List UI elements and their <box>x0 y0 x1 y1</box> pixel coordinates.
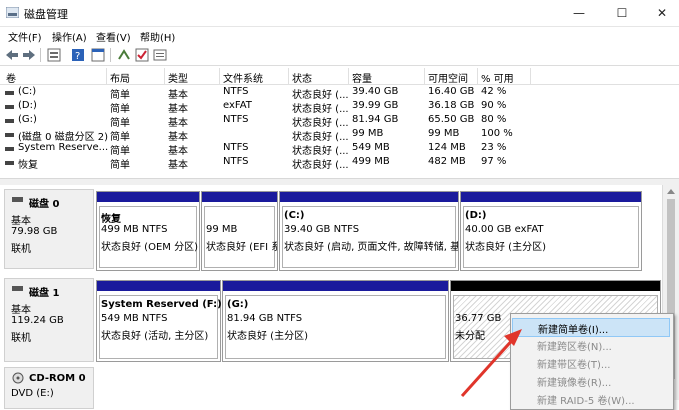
toolbar-separator <box>40 48 41 62</box>
col-type[interactable]: 类型 <box>168 70 188 85</box>
table-row[interactable]: (D:) 简单 基本 exFAT 状态良好 (... 39.99 GB 36.1… <box>0 100 679 115</box>
disk-1-label[interactable]: 磁盘 1 基本 119.24 GB 联机 <box>4 278 94 362</box>
help-icon[interactable]: ? <box>70 47 86 63</box>
table-row[interactable]: 恢复 简单 基本 NTFS 状态良好 (... 499 MB 482 MB 97… <box>0 156 679 171</box>
partition-c[interactable]: (C:) 39.40 GB NTFS 状态良好 (启动, 页面文件, 故障转储,… <box>279 191 459 271</box>
menu-file[interactable]: 文件(F) <box>8 29 42 44</box>
partition-g[interactable]: (G:) 81.94 GB NTFS 状态良好 (主分区) <box>222 280 449 362</box>
context-menu: 新建简单卷(I)... 新建跨区卷(N)... 新建带区卷(T)... 新建镜像… <box>510 313 674 410</box>
menu-help[interactable]: 帮助(H) <box>140 29 175 44</box>
col-volume[interactable]: 卷 <box>6 70 16 85</box>
table-row[interactable]: (G:) 简单 基本 NTFS 状态良好 (... 81.94 GB 65.50… <box>0 114 679 129</box>
volume-table-header: 卷 布局 类型 文件系统 状态 容量 可用空间 % 可用 <box>0 68 679 85</box>
back-icon[interactable] <box>4 47 20 63</box>
col-filesystem[interactable]: 文件系统 <box>223 70 263 85</box>
title-bar: 磁盘管理 — ☐ ✕ <box>0 0 679 27</box>
disk-management-icon <box>6 7 19 18</box>
svg-text:?: ? <box>75 51 80 62</box>
list-icon[interactable] <box>152 47 168 63</box>
menu-view[interactable]: 查看(V) <box>96 29 131 44</box>
menu-action[interactable]: 操作(A) <box>52 29 87 44</box>
partition-recovery[interactable]: 恢复 499 MB NTFS 状态良好 (OEM 分区) <box>96 191 200 271</box>
menu-item-new-simple-volume[interactable]: 新建简单卷(I)... <box>512 318 670 337</box>
scroll-up-icon[interactable] <box>667 189 675 194</box>
col-layout[interactable]: 布局 <box>110 70 130 85</box>
disk-icon <box>12 286 23 291</box>
forward-icon[interactable] <box>21 47 37 63</box>
menu-item-new-raid5-volume[interactable]: 新建 RAID-5 卷(W)... <box>512 390 670 407</box>
partition-d[interactable]: (D:) 40.00 GB exFAT 状态良好 (主分区) <box>460 191 642 271</box>
col-capacity[interactable]: 容量 <box>352 70 372 85</box>
partition-efi[interactable]: 99 MB 状态良好 (EFI 系 <box>201 191 278 271</box>
close-button[interactable]: ✕ <box>642 0 679 26</box>
menu-item-new-spanned-volume[interactable]: 新建跨区卷(N)... <box>512 336 670 353</box>
toolbar: ? <box>0 45 679 66</box>
window-title: 磁盘管理 <box>24 8 68 21</box>
menu-item-new-mirrored-volume[interactable]: 新建镜像卷(R)... <box>512 372 670 389</box>
toolbar-separator <box>110 48 111 62</box>
volume-icon <box>5 147 14 151</box>
partition-system-reserved[interactable]: System Reserved (F:) 549 MB NTFS 状态良好 (活… <box>96 280 222 362</box>
col-free-space[interactable]: 可用空间 <box>428 70 468 85</box>
disk-0-label[interactable]: 磁盘 0 基本 79.98 GB 联机 <box>4 189 94 269</box>
volume-icon <box>5 91 14 95</box>
console-icon[interactable] <box>90 47 106 63</box>
cdrom-0-label[interactable]: CD-ROM 0 DVD (E:) <box>4 367 94 409</box>
check-icon[interactable] <box>134 47 150 63</box>
volume-icon <box>5 119 14 123</box>
disk-icon <box>12 197 23 202</box>
table-row[interactable]: (磁盘 0 磁盘分区 2) 简单 基本 状态良好 (... 99 MB 99 M… <box>0 128 679 143</box>
table-row[interactable]: (C:) 简单 基本 NTFS 状态良好 (... 39.40 GB 16.40… <box>0 86 679 101</box>
col-status[interactable]: 状态 <box>292 70 312 85</box>
menu-bar: 文件(F) 操作(A) 查看(V) 帮助(H) <box>0 27 679 45</box>
connect-icon[interactable] <box>116 47 132 63</box>
maximize-button[interactable]: ☐ <box>602 0 642 26</box>
volume-icon <box>5 161 14 165</box>
properties-icon[interactable] <box>46 47 62 63</box>
cd-drive-icon <box>12 372 24 384</box>
volume-icon <box>5 133 14 137</box>
volume-icon <box>5 105 14 109</box>
minimize-button[interactable]: — <box>559 0 599 26</box>
col-percent-free[interactable]: % 可用 <box>481 70 514 85</box>
table-row[interactable]: System Reserve... 简单 基本 NTFS 状态良好 (... 5… <box>0 142 679 157</box>
menu-item-new-striped-volume[interactable]: 新建带区卷(T)... <box>512 354 670 371</box>
